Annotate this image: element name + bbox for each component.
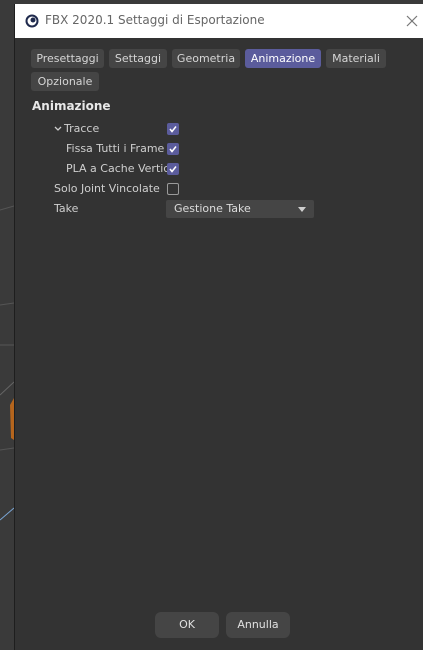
tab-settaggi[interactable]: Settaggi bbox=[109, 49, 167, 68]
tracce-label: Tracce bbox=[64, 122, 100, 135]
viewport-wireframe bbox=[0, 205, 14, 521]
ok-button[interactable]: OK bbox=[155, 612, 219, 638]
tab-presettaggi[interactable]: Presettaggi bbox=[31, 49, 104, 68]
solo-joint-checkbox[interactable] bbox=[167, 183, 179, 195]
cinema4d-icon bbox=[25, 14, 39, 28]
solo-joint-label: Solo Joint Vincolate bbox=[54, 182, 160, 195]
tab-animazione[interactable]: Animazione bbox=[245, 49, 321, 68]
fissa-frame-checkbox[interactable] bbox=[167, 143, 179, 155]
cancel-button[interactable]: Annulla bbox=[226, 612, 290, 638]
tab-geometria[interactable]: Geometria bbox=[172, 49, 240, 68]
window-title: FBX 2020.1 Settaggi di Esportazione bbox=[45, 13, 265, 27]
title-bar: FBX 2020.1 Settaggi di Esportazione bbox=[15, 4, 423, 38]
export-dialog: FBX 2020.1 Settaggi di Esportazione Pres… bbox=[14, 4, 423, 650]
take-label: Take bbox=[54, 202, 79, 215]
pla-cache-label: PLA a Cache Vertice bbox=[66, 162, 177, 175]
take-dropdown[interactable]: Gestione Take bbox=[166, 200, 314, 218]
checkmark-icon bbox=[169, 166, 177, 173]
tab-bar: Presettaggi Settaggi Geometria Animazion… bbox=[31, 49, 411, 95]
pla-cache-checkbox[interactable] bbox=[167, 163, 179, 175]
tab-materiali[interactable]: Materiali bbox=[326, 49, 386, 68]
tracce-checkbox[interactable] bbox=[167, 123, 179, 135]
take-dropdown-value: Gestione Take bbox=[174, 202, 251, 215]
checkmark-icon bbox=[169, 126, 177, 133]
section-title: Animazione bbox=[32, 99, 111, 113]
fissa-frame-label: Fissa Tutti i Frame bbox=[66, 142, 165, 155]
chevron-down-icon[interactable] bbox=[53, 124, 63, 134]
dropdown-arrow-icon bbox=[298, 207, 306, 212]
close-icon[interactable] bbox=[403, 12, 421, 30]
checkmark-icon bbox=[169, 146, 177, 153]
tab-opzionale[interactable]: Opzionale bbox=[31, 72, 99, 91]
